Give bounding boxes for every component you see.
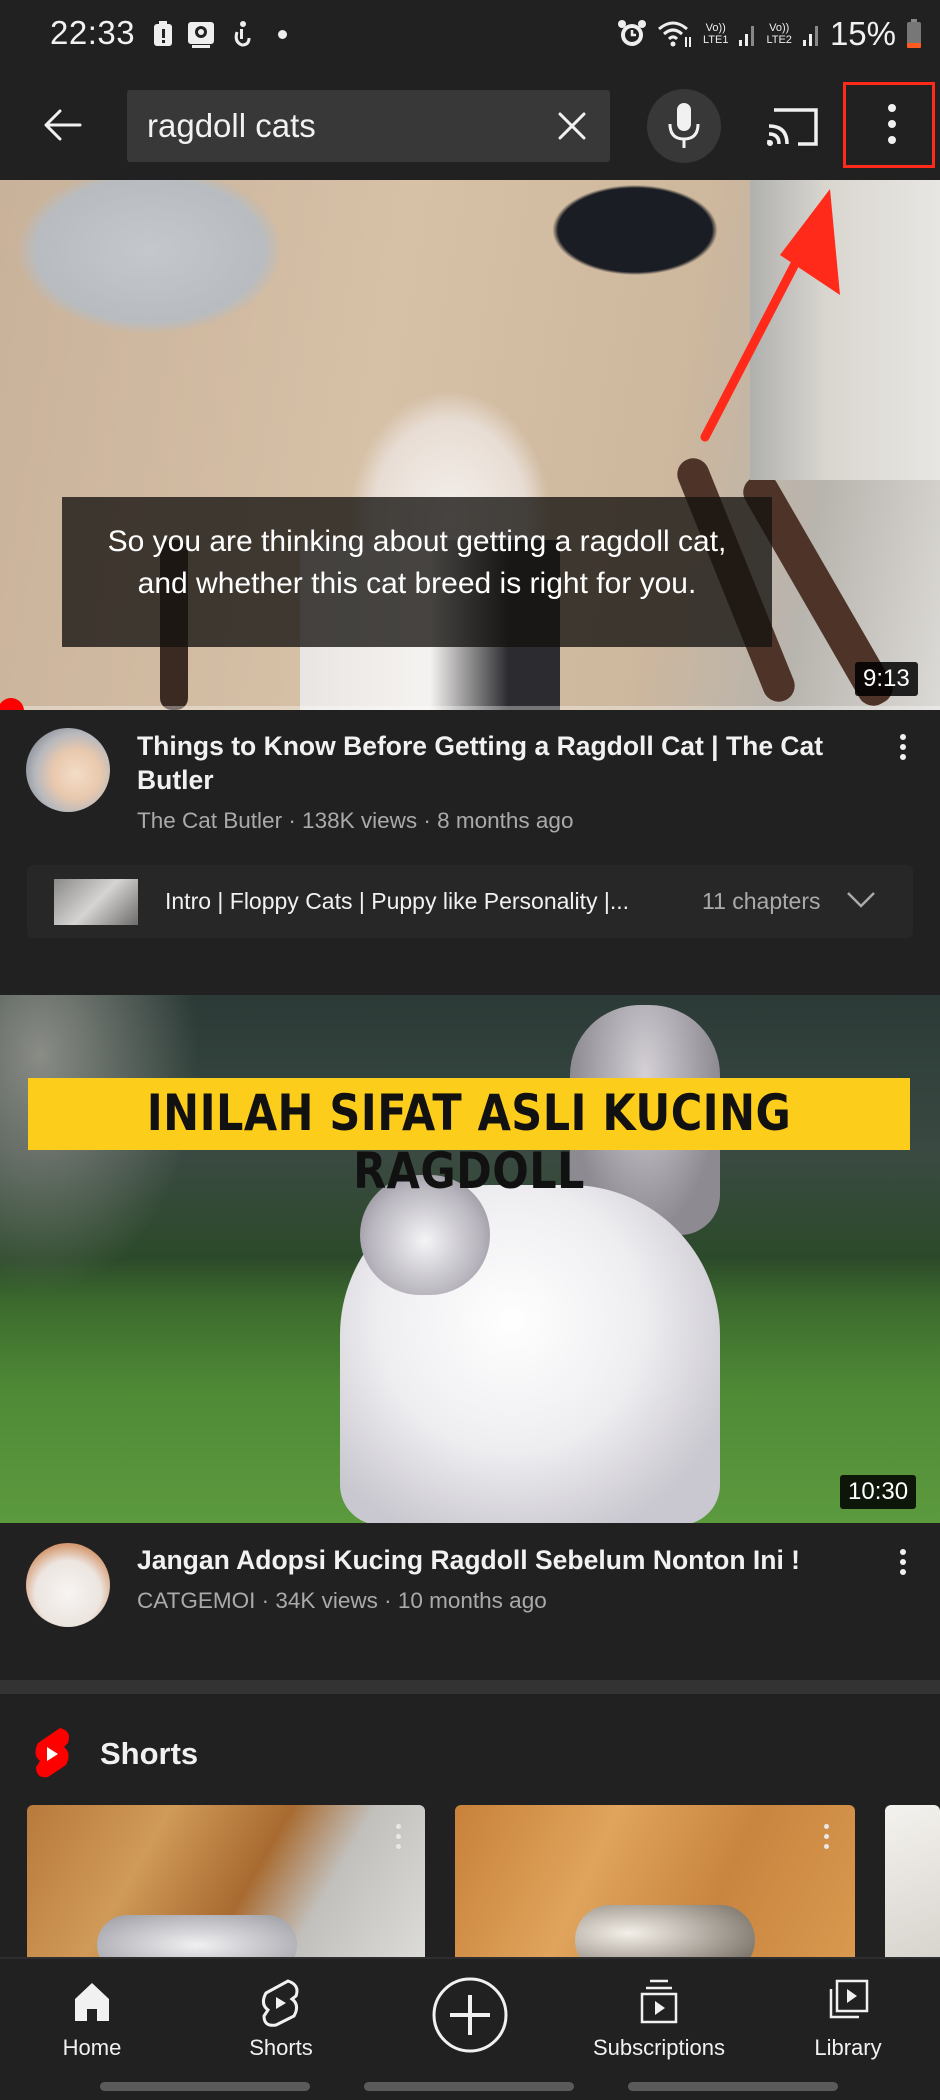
channel-avatar[interactable] [26,728,110,812]
chapters-bar[interactable]: Intro | Floppy Cats | Puppy like Persona… [27,865,913,938]
shorts-section-title: Shorts [100,1736,199,1771]
video-meta: CATGEMOI · 34K views · 10 months ago [137,1588,547,1613]
battery-alert-icon [154,21,172,46]
battery-icon [907,19,921,48]
gesture-bar [100,2082,310,2091]
video-thumbnail[interactable]: So you are thinking about getting a ragd… [0,180,940,710]
alarm-icon [617,20,646,46]
video-thumbnail[interactable]: INILAH SIFAT ASLI KUCING RAGDOLL 10:30 [0,995,940,1523]
chapters-count: 11 chapters [702,888,821,914]
search-top-bar: ragdoll cats [0,72,940,180]
short-card[interactable] [455,1805,855,1957]
nav-library[interactable]: Library [768,1977,928,2061]
status-time: 22:33 [50,14,136,51]
video-duration: 9:13 [855,662,918,696]
short-menu-button[interactable] [394,1819,402,1854]
channel-avatar[interactable] [26,1543,110,1627]
back-arrow-icon[interactable] [38,100,88,150]
wifi-icon [657,21,691,47]
chapters-text: Intro | Floppy Cats | Puppy like Persona… [165,888,630,914]
video-menu-button[interactable] [891,730,915,770]
video-title[interactable]: Things to Know Before Getting a Ragdoll … [137,729,857,797]
caption-line: So you are thinking about getting a ragd… [107,525,727,558]
nav-label: Subscriptions [592,2035,726,2060]
notification-dot-icon [278,30,287,39]
thumbnail-banner-text: INILAH SIFAT ASLI KUCING RAGDOLL [146,1084,792,1200]
thumbnail-scene [575,1905,755,1957]
chevron-down-icon[interactable] [845,887,877,911]
short-card[interactable] [27,1805,425,1957]
accessibility-icon [234,21,251,47]
nav-shorts[interactable]: Shorts [201,1977,361,2061]
video-duration: 10:30 [840,1475,917,1509]
video-menu-button[interactable] [891,1545,915,1585]
nav-label: Shorts [249,2035,313,2060]
nav-subscriptions[interactable]: Subscriptions [579,1977,739,2061]
status-bar: 22:33 Vo)) LTE1 Vo)) LTE2 15% [0,0,940,72]
video-meta: The Cat Butler · 138K views · 8 months a… [137,808,574,833]
gesture-bar [628,2082,838,2091]
status-icons: Vo)) LTE1 Vo)) LTE2 15% [617,14,922,54]
nav-label: Library [814,2035,882,2060]
clear-icon[interactable] [554,108,590,144]
bottom-navigation: Home Shorts Subscriptions Library [0,1957,940,2100]
thumbnail-scene [750,180,940,480]
shorts-logo-icon [35,1728,69,1778]
short-card[interactable] [885,1805,940,1957]
create-icon [432,1977,508,2053]
annotation-highlight-box [843,82,935,168]
video-caption: So you are thinking about getting a ragd… [62,497,772,647]
section-divider [0,1680,940,1694]
nav-create[interactable] [390,1975,550,2055]
voice-search-button[interactable] [647,89,721,163]
nav-home[interactable]: Home [12,1977,172,2061]
signal-lte2-icon: Vo)) LTE2 [766,22,792,46]
cast-icon[interactable] [766,102,822,150]
subscriptions-icon [640,1979,678,2024]
watch-progress-handle[interactable] [0,698,24,710]
thumbnail-banner: INILAH SIFAT ASLI KUCING RAGDOLL [28,1078,910,1200]
home-icon [75,1983,109,2021]
signal-bars-2-icon [802,26,818,46]
watch-progress-bar [0,706,940,710]
shorts-icon [261,1979,299,2027]
search-query-text[interactable]: ragdoll cats [147,107,316,145]
video-title[interactable]: Jangan Adopsi Kucing Ragdoll Sebelum Non… [137,1543,857,1577]
caption-line: and whether this cat breed is right for … [137,567,697,600]
library-icon [829,1979,869,2019]
signal-lte1-icon: Vo)) LTE1 [702,22,729,46]
search-input[interactable]: ragdoll cats [127,90,610,162]
thumbnail-scene [97,1915,297,1957]
gesture-bar [364,2082,574,2091]
nav-label: Home [62,2035,122,2060]
short-menu-button[interactable] [822,1819,830,1854]
microphone-icon [668,103,700,148]
battery-percent: 15% [829,15,896,52]
chapter-thumbnail [54,879,138,925]
gallery-icon [188,22,214,48]
signal-bars-1-icon [739,26,755,46]
